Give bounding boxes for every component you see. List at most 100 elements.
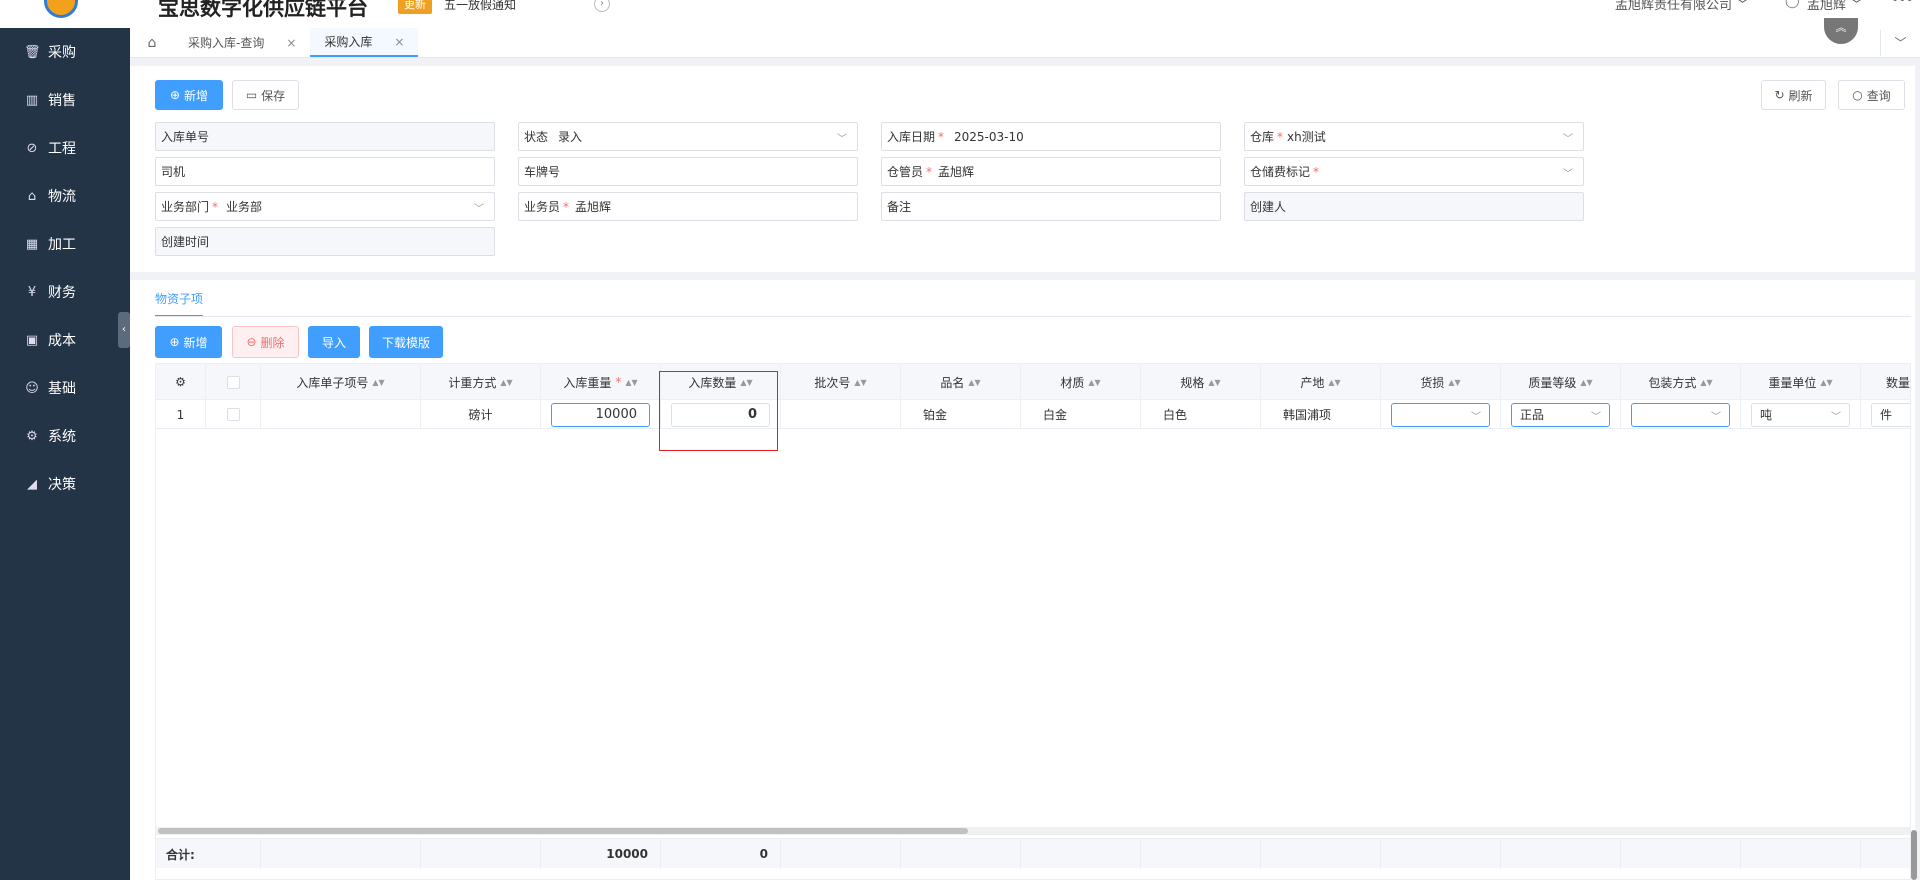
sort-icon: ▲▼ <box>1208 377 1221 387</box>
import-button[interactable]: 导入 <box>308 326 360 358</box>
tab-bar: ⌂ 采购入库-查询 × 采购入库 × <box>130 28 1920 58</box>
column-header[interactable]: 包装方式 ▲▼ <box>1621 364 1741 400</box>
table-header: ⚙ 入库单子项号 ▲▼ 计重方式 ▲▼ 入库重量 * ▲▼ 入库数量 ▲▼ 批次号 ▲▼ 品… <box>156 364 1910 400</box>
column-header[interactable]: 重量单位 ▲▼ <box>1741 364 1861 400</box>
column-header[interactable]: 产地 ▲▼ <box>1261 364 1381 400</box>
detail-panel: 物资子项 ⊕ 新增 ⊖ 删除 导入 下载模版 ⚙ 入库单子项号 ▲▼ 计重方式 ▲▼ 入… <box>130 280 1915 880</box>
quality-select[interactable]: 正品 ﹀ <box>1511 402 1610 427</box>
storage-fee-select[interactable]: 仓储费标记 * ﹀ <box>1244 157 1584 186</box>
home-icon[interactable]: ⌂ <box>130 28 174 57</box>
horizontal-scrollbar[interactable] <box>156 827 1910 835</box>
tab-purchase-receipt[interactable]: 采购入库 × <box>310 28 419 57</box>
qty-unit-select[interactable]: 件 <box>1871 402 1910 427</box>
chevron-down-icon: ﹀ <box>474 204 484 215</box>
sidebar-item-sales[interactable]: ▥ 销售 <box>0 76 130 124</box>
select-all-column <box>206 364 261 400</box>
date-field[interactable]: 入库日期 * 2025-03-10 <box>881 122 1221 151</box>
tab-purchase-query[interactable]: 采购入库-查询 × <box>174 28 310 57</box>
warehouse-select[interactable]: 仓库 * xh测试 ﹀ <box>1244 122 1584 151</box>
salesman-field[interactable]: 业务员 * 孟旭辉 <box>518 192 858 221</box>
packing-select[interactable]: ﹀ <box>1631 402 1730 427</box>
column-header[interactable]: 材质 ▲▼ <box>1021 364 1141 400</box>
material-cell: 白金 <box>1021 400 1141 429</box>
status-select[interactable]: 状态 录入 ﹀ <box>518 122 858 151</box>
vertical-scrollbar[interactable] <box>1911 830 1917 880</box>
sidebar-item-decision[interactable]: ◢ 决策 <box>0 460 130 508</box>
tab-material-items[interactable]: 物资子项 <box>155 290 204 317</box>
summary-cell <box>261 839 421 869</box>
summary-cell <box>1261 839 1381 869</box>
department-select[interactable]: 业务部门 * 业务部 ﹀ <box>155 192 495 221</box>
gear-icon[interactable]: ⚙ <box>156 364 206 400</box>
close-icon[interactable]: × <box>394 35 404 49</box>
row-checkbox[interactable] <box>226 408 240 421</box>
user-menu[interactable]: 孟旭辉 ﹀ <box>1807 0 1863 13</box>
save-button[interactable]: ▭ 保存 <box>232 80 299 110</box>
column-header[interactable]: 品名 ▲▼ <box>901 364 1021 400</box>
damage-cell: ﹀ <box>1381 400 1501 429</box>
sidebar-item-cost[interactable]: ▣ 成本 <box>0 316 130 364</box>
sort-icon: ▲▼ <box>625 377 638 387</box>
query-button[interactable]: ○ 查询 <box>1838 80 1905 110</box>
sort-icon: ▲▼ <box>968 377 981 387</box>
column-header[interactable]: 批次号 ▲▼ <box>781 364 901 400</box>
remark-field[interactable]: 备注 <box>881 192 1221 221</box>
notice-link[interactable]: 五一放假通知 <box>444 0 516 13</box>
chevron-down-icon: ﹀ <box>1471 411 1481 423</box>
sidebar-item-basic[interactable]: ☺ 基础 <box>0 364 130 412</box>
chevron-right-circle-icon[interactable]: › <box>594 0 610 12</box>
calculator-icon: ▣ <box>25 332 39 348</box>
yen-icon: ¥ <box>27 284 37 300</box>
sidebar-collapse-handle[interactable]: ‹ <box>118 312 130 348</box>
highlight-box <box>659 371 778 451</box>
column-header[interactable]: 入库重量 * ▲▼ <box>541 364 661 400</box>
sort-icon: ▲▼ <box>1820 377 1833 387</box>
sidebar-item-engineering[interactable]: ⊘ 工程 <box>0 124 130 172</box>
column-header[interactable]: 数量 <box>1861 364 1910 400</box>
refresh-button[interactable]: ↻ 刷新 <box>1761 80 1826 110</box>
scrollbar-thumb[interactable] <box>158 828 968 834</box>
divider <box>155 316 1911 317</box>
column-header[interactable]: 货损 ▲▼ <box>1381 364 1501 400</box>
column-header[interactable]: 计重方式 ▲▼ <box>421 364 541 400</box>
sort-icon: ▲▼ <box>1088 377 1101 387</box>
smile-icon: ☺ <box>25 380 39 396</box>
summary-weight: 10000 <box>541 839 661 869</box>
main-content: ⊕ 新增 ▭ 保存 ↻ 刷新 ○ 查询 入库单号 状态 录入 ﹀ 入库日期 * 2025-03-… <box>130 58 1920 880</box>
sort-icon: ▲▼ <box>1328 377 1341 387</box>
sidebar-item-finance[interactable]: ¥ 财务 <box>0 268 130 316</box>
close-icon[interactable]: × <box>286 36 296 50</box>
column-header[interactable]: 规格 ▲▼ <box>1141 364 1261 400</box>
summary-row: 合计: 10000 0 <box>156 838 1910 869</box>
column-header[interactable]: 入库单子项号 ▲▼ <box>261 364 421 400</box>
brand-title: 宝思数字化供应链平台 <box>158 0 368 20</box>
receipt-no-field: 入库单号 <box>155 122 495 151</box>
new-button[interactable]: ⊕ 新增 <box>155 80 223 110</box>
download-template-button[interactable]: 下载模版 <box>369 326 443 358</box>
sidebar-item-purchase[interactable]: 🗑 采购 <box>0 28 130 76</box>
plate-field[interactable]: 车牌号 <box>518 157 858 186</box>
column-header[interactable]: 质量等级 ▲▼ <box>1501 364 1621 400</box>
origin-cell: 韩国浦项 <box>1261 400 1381 429</box>
chevron-down-icon[interactable]: ﹀ <box>1880 30 1920 56</box>
keeper-field[interactable]: 仓管员 * 孟旭辉 <box>881 157 1221 186</box>
weight-input[interactable]: 10000 <box>551 402 650 427</box>
driver-field[interactable]: 司机 <box>155 157 495 186</box>
summary-cell <box>781 839 901 869</box>
summary-cell <box>1501 839 1621 869</box>
sidebar-item-logistics[interactable]: ⌂ 物流 <box>0 172 130 220</box>
select-all-checkbox[interactable] <box>226 375 240 389</box>
company-switcher[interactable]: 孟旭辉责任有限公司 ﹀ <box>1615 0 1749 13</box>
item-no-cell <box>261 400 421 429</box>
chevron-down-icon: ﹀ <box>1563 134 1573 145</box>
delete-item-button[interactable]: ⊖ 删除 <box>232 326 299 358</box>
add-item-button[interactable]: ⊕ 新增 <box>155 326 222 358</box>
sidebar-item-processing[interactable]: ▦ 加工 <box>0 220 130 268</box>
damage-select[interactable]: ﹀ <box>1391 402 1490 427</box>
sidebar: 🗑 采购 ▥ 销售 ⊘ 工程 ⌂ 物流 ▦ 加工 ¥ 财务 ▣ 成本 ☺ 基础 ⚙ 系统 ◢ 决策 <box>0 28 130 880</box>
sidebar-item-system[interactable]: ⚙ 系统 <box>0 412 130 460</box>
ellipsis-icon[interactable]: ••• <box>1891 0 1914 8</box>
row-checkbox-cell <box>206 400 261 429</box>
chevron-down-icon: ﹀ <box>1711 411 1721 423</box>
weight-unit-select[interactable]: 吨 ﹀ <box>1751 402 1850 427</box>
